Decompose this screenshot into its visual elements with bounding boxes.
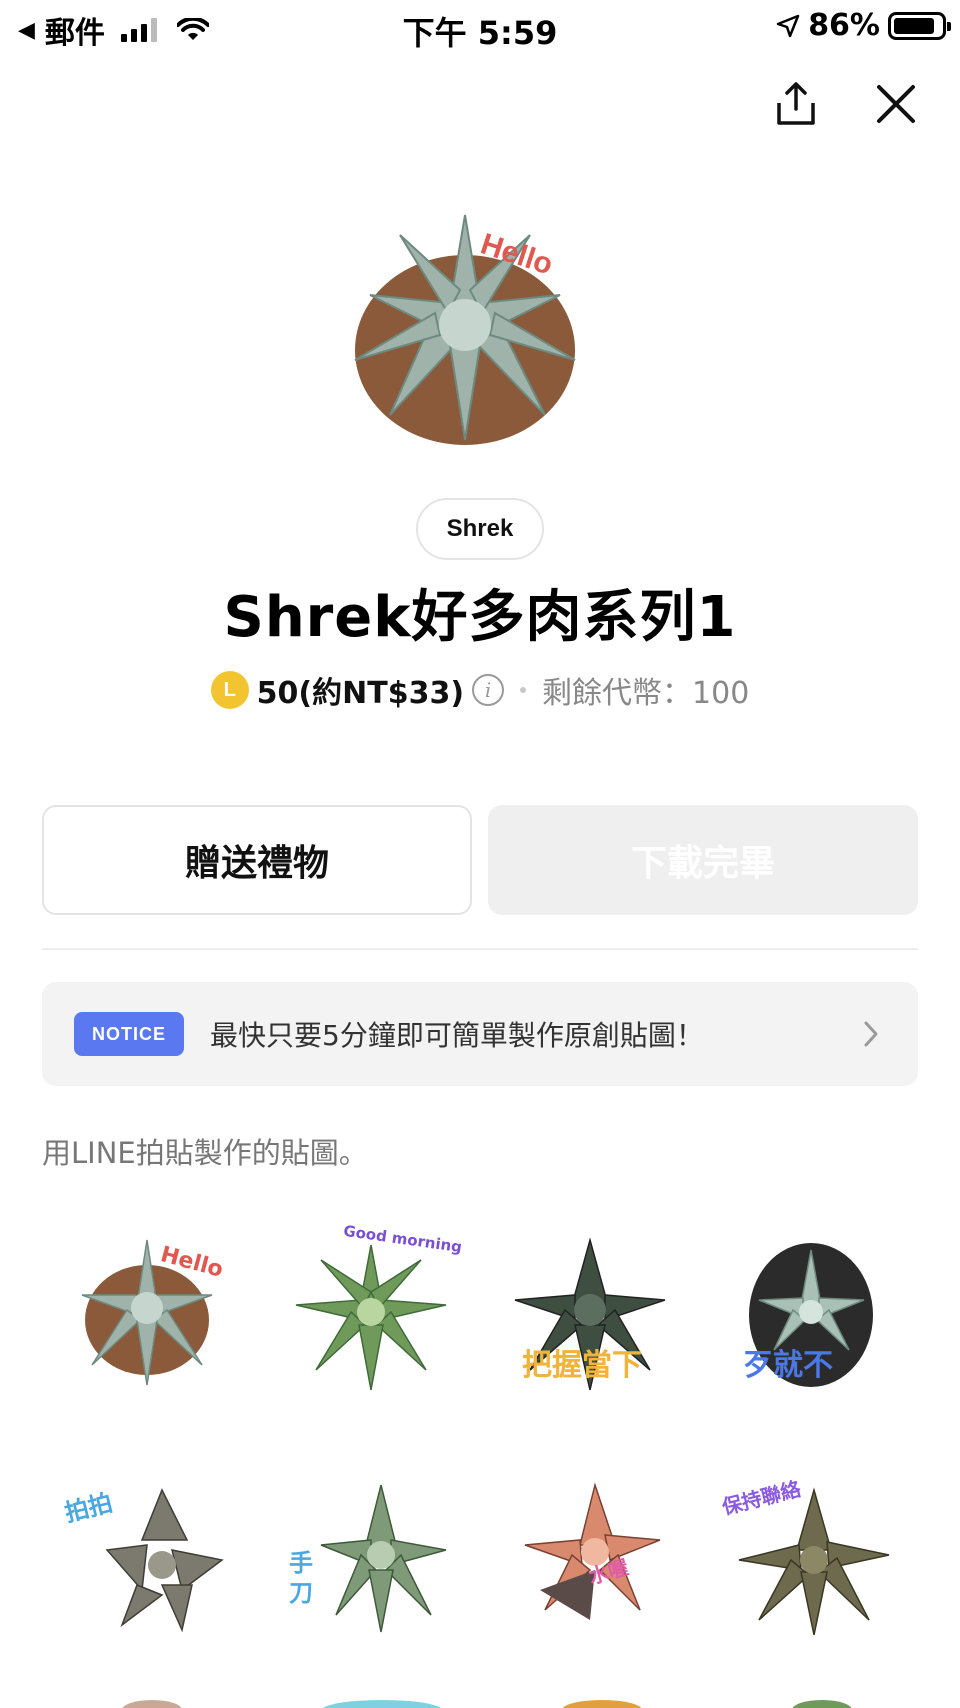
sticker-grid: Hello Good morning 把握當下 歹就不 拍拍 手刀 水喔 保持聯… <box>42 1190 918 1670</box>
gift-button[interactable]: 贈送禮物 <box>42 805 472 915</box>
author-chip[interactable]: Shrek <box>416 498 544 560</box>
succulent-image <box>524 1482 660 1620</box>
share-button[interactable] <box>772 80 820 128</box>
price-amount: 50(約NT$33) <box>256 676 465 711</box>
succulent-hero-image: Hello <box>354 214 576 445</box>
sticker-description: 用LINE拍貼製作的貼圖。 <box>42 1136 368 1170</box>
remaining-coins: 剩餘代幣：100 <box>542 676 750 711</box>
sticker-item[interactable]: 水喔 <box>480 1430 699 1670</box>
sticker-row-peek <box>42 1680 918 1708</box>
sticker-caption: 手刀 <box>289 1549 313 1607</box>
line-coin-icon: L <box>210 671 249 709</box>
download-complete-button[interactable]: 下載完畢 <box>488 805 918 915</box>
top-actions <box>772 80 920 128</box>
page-title: Shrek好多肉系列1 <box>223 585 737 650</box>
close-button[interactable] <box>872 80 920 128</box>
price-row: L 50(約NT$33) i 剩餘代幣：100 <box>0 668 960 712</box>
succulent-image <box>81 1239 212 1386</box>
notice-banner[interactable]: NOTICE 最快只要5分鐘即可簡單製作原創貼圖！ <box>42 982 918 1086</box>
sticker-item[interactable]: 歹就不 <box>699 1190 918 1430</box>
divider <box>42 948 918 950</box>
status-bar: ◀ 郵件 下午 5:59 86% <box>0 0 960 56</box>
sticker-item[interactable]: 拍拍 <box>42 1430 261 1670</box>
separator-dot <box>520 687 527 693</box>
location-arrow-icon <box>776 14 800 37</box>
battery-icon <box>888 11 951 40</box>
notice-text: 最快只要5分鐘即可簡單製作原創貼圖！ <box>210 1019 704 1052</box>
battery-percent: 86% <box>808 8 880 43</box>
sticker-item[interactable]: 把握當下 <box>480 1190 699 1430</box>
sticker-caption: 歹就不 <box>743 1348 833 1383</box>
notice-badge: NOTICE <box>74 1012 185 1056</box>
sticker-item[interactable]: Hello <box>42 1190 261 1430</box>
close-icon <box>877 85 915 123</box>
hero-sticker-image: Hello <box>330 185 630 465</box>
info-icon[interactable]: i <box>472 674 505 706</box>
sticker-item[interactable]: Good morning <box>261 1190 480 1430</box>
sticker-caption: 把握當下 <box>522 1348 642 1383</box>
chevron-right-icon <box>856 1014 886 1054</box>
share-icon <box>777 82 815 125</box>
sticker-item[interactable]: 手刀 <box>261 1430 480 1670</box>
sticker-item[interactable]: 保持聯絡 <box>699 1430 918 1670</box>
status-right: 86% <box>776 8 951 43</box>
